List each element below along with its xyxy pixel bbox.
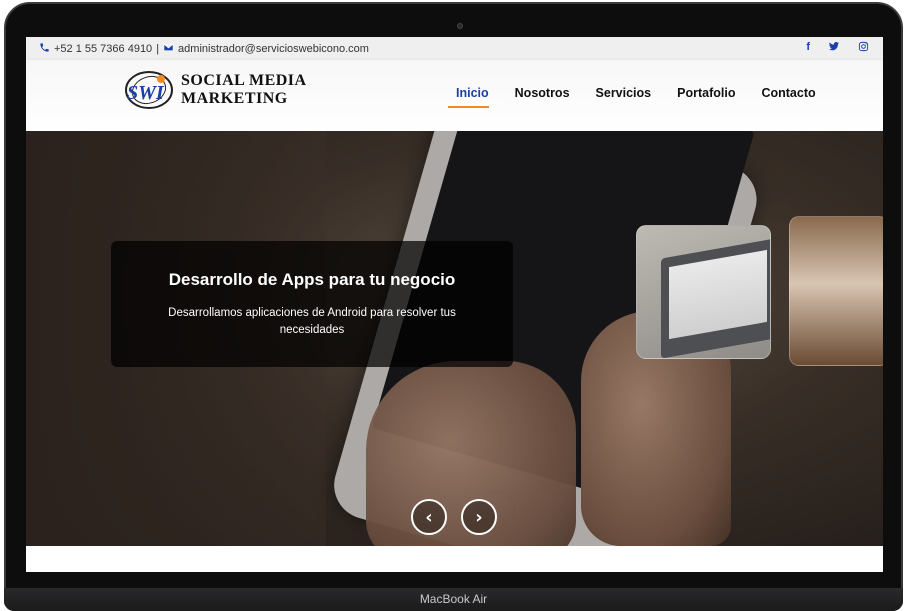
slide-description: Desarrollamos aplicaciones de Android pa… xyxy=(168,307,456,336)
prev-slide-button[interactable]: ‹ xyxy=(411,499,447,535)
email-icon xyxy=(163,42,174,56)
camera-icon xyxy=(457,23,463,29)
screen: +52 1 55 7366 4910 | administrador@servi… xyxy=(26,37,883,572)
logo-icon: SWI xyxy=(123,67,175,113)
slide-thumbnail-1[interactable] xyxy=(636,225,771,359)
contact-bar: +52 1 55 7366 4910 | administrador@servi… xyxy=(26,37,883,60)
email-address[interactable]: administrador@servicioswebicono.com xyxy=(178,43,369,55)
instagram-icon[interactable] xyxy=(858,41,869,55)
site-header: SWI SOCIAL MEDIA MARKETING Inicio Nosotr… xyxy=(26,60,883,131)
separator: | xyxy=(156,42,160,55)
facebook-icon[interactable]: f xyxy=(806,41,810,55)
nav-item-portafolio[interactable]: Portafolio xyxy=(677,86,735,108)
slide-title: Desarrollo de Apps para tu negocio xyxy=(168,270,456,289)
nav-item-nosotros[interactable]: Nosotros xyxy=(515,86,570,108)
brand-line-2: MARKETING xyxy=(181,90,288,107)
next-slide-button[interactable]: › xyxy=(461,499,497,535)
nav-item-contacto[interactable]: Contacto xyxy=(761,86,815,108)
brand-line-1: SOCIAL MEDIA xyxy=(181,72,307,89)
main-nav: Inicio Nosotros Servicios Portafolio Con… xyxy=(448,86,842,108)
slide-caption: Desarrollo de Apps para tu negocio Desar… xyxy=(111,241,513,367)
slide-thumbnail-2[interactable] xyxy=(789,216,883,366)
chevron-right-icon: › xyxy=(475,506,483,528)
chevron-left-icon: ‹ xyxy=(425,506,433,528)
twitter-icon[interactable] xyxy=(828,41,840,55)
phone-number[interactable]: +52 1 55 7366 4910 xyxy=(54,43,152,55)
phone-icon xyxy=(39,42,50,56)
nav-item-servicios[interactable]: Servicios xyxy=(596,86,652,108)
brand-name: SOCIAL MEDIA MARKETING xyxy=(181,72,307,108)
laptop-label: MacBook Air xyxy=(419,592,488,606)
nav-item-inicio[interactable]: Inicio xyxy=(448,86,489,108)
brand-logo[interactable]: SWI SOCIAL MEDIA MARKETING xyxy=(123,67,307,113)
logo-mark-text: SWI xyxy=(127,82,165,104)
thumbnail-laptop-image xyxy=(661,237,770,358)
social-links: f xyxy=(806,41,869,55)
hero-slider: Desarrollo de Apps para tu negocio Desar… xyxy=(26,131,883,546)
